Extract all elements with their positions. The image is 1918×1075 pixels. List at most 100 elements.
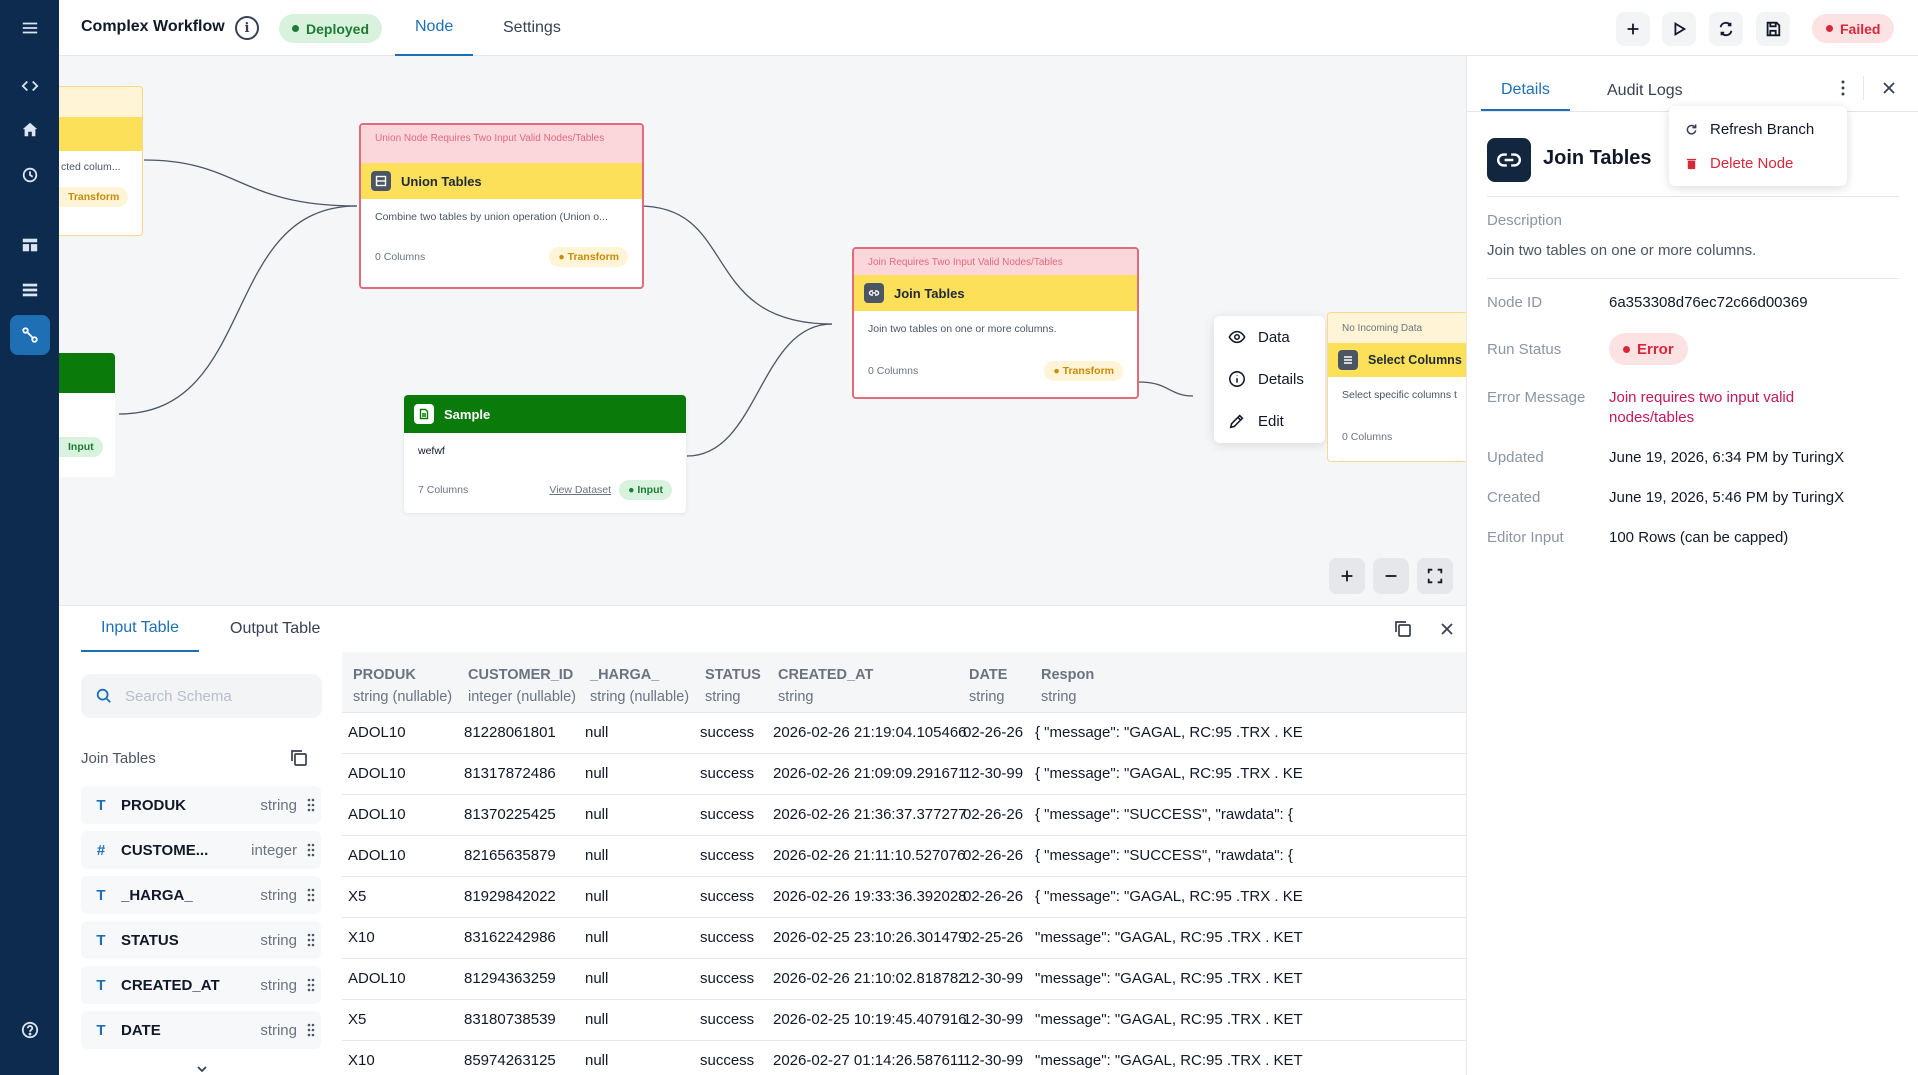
schema-field[interactable]: T _HARGA_ string — [81, 876, 321, 914]
table-cell: 2026-02-26 21:36:37.377277 — [773, 806, 967, 823]
table-row[interactable]: X5 81929842022 null success 2026-02-26 19:33… — [342, 876, 1466, 917]
context-details[interactable]: Details — [1214, 358, 1325, 400]
sample-node[interactable]: Sample wefwf 7 Columns View Dataset ● In… — [404, 395, 686, 513]
tab-details[interactable]: Details — [1481, 70, 1570, 111]
chevron-down-icon[interactable] — [195, 1062, 209, 1075]
column-header[interactable]: Respon string — [1041, 664, 1094, 708]
zoom-out-button[interactable] — [1373, 558, 1409, 594]
partial-node-top[interactable]: cted colum... Transform — [59, 86, 143, 236]
drag-handle-icon[interactable] — [301, 798, 321, 812]
workflow-icon[interactable] — [10, 315, 50, 355]
drag-handle-icon[interactable] — [301, 843, 321, 857]
table-cell: null — [585, 1011, 609, 1028]
info-icon[interactable]: i — [235, 16, 259, 40]
column-header[interactable]: CUSTOMER_ID integer (nullable) — [468, 664, 576, 708]
drag-handle-icon[interactable] — [301, 978, 321, 992]
zoom-in-button[interactable] — [1329, 558, 1365, 594]
refresh-branch-item[interactable]: Refresh Branch — [1669, 112, 1847, 146]
column-header[interactable]: PRODUK string (nullable) — [353, 664, 452, 708]
save-button[interactable] — [1756, 12, 1790, 46]
column-type: string — [1041, 689, 1077, 705]
grid-header: PRODUK string (nullable) CUSTOMER_ID intege… — [342, 652, 1466, 712]
drag-handle-icon[interactable] — [301, 933, 321, 947]
drag-handle-icon[interactable] — [301, 1023, 321, 1037]
tab-audit-logs[interactable]: Audit Logs — [1587, 70, 1703, 111]
table-row[interactable]: ADOL10 81317872486 null success 2026-02-26 2… — [342, 753, 1466, 794]
column-header[interactable]: CREATED_AT string — [778, 664, 873, 708]
schema-field[interactable]: # CUSTOME... integer — [81, 831, 321, 869]
run-button[interactable] — [1662, 12, 1696, 46]
copy-schema-icon[interactable] — [289, 748, 309, 768]
menu-icon[interactable] — [10, 8, 50, 48]
table-cell: success — [700, 929, 755, 946]
table-cell: success — [700, 724, 755, 741]
run-status-badge: Error — [1609, 333, 1688, 365]
plus-icon — [1341, 570, 1353, 582]
list-icon[interactable] — [10, 270, 50, 310]
copy-icon[interactable] — [1393, 619, 1413, 639]
column-count: 7 Columns — [418, 484, 469, 496]
context-data[interactable]: Data — [1214, 316, 1325, 358]
fit-view-button[interactable] — [1417, 558, 1453, 594]
partial-node-input[interactable]: Input — [59, 353, 115, 477]
view-dataset-link[interactable]: View Dataset — [549, 484, 611, 496]
column-type: string — [705, 689, 741, 705]
code-icon[interactable] — [10, 66, 50, 106]
tab-node[interactable]: Node — [395, 0, 474, 56]
table-cell: 2026-02-25 23:10:26.301479 — [773, 929, 967, 946]
tab-input-table[interactable]: Input Table — [81, 606, 199, 652]
table-row[interactable]: X5 83180738539 null success 2026-02-25 10:19… — [342, 999, 1466, 1040]
refresh-button[interactable] — [1709, 12, 1743, 46]
table-cell: success — [700, 888, 755, 905]
schema-field[interactable]: T CREATED_AT string — [81, 966, 321, 1004]
drag-handle-icon[interactable] — [301, 888, 321, 902]
help-icon[interactable] — [10, 1010, 50, 1050]
table-row[interactable]: X10 85974263125 null success 2026-02-27 01:1… — [342, 1040, 1466, 1075]
select-columns-node[interactable]: No Incoming Data Select Columns Select s… — [1327, 312, 1466, 462]
node-id-label: Node ID — [1487, 294, 1543, 311]
union-tables-node[interactable]: Union Node Requires Two Input Valid Node… — [359, 123, 644, 289]
table-cell: success — [700, 806, 755, 823]
schema-field[interactable]: T STATUS string — [81, 921, 321, 959]
node-title: Join Tables — [894, 285, 965, 301]
table-cell: 12-30-99 — [963, 765, 1024, 782]
node-title: Union Tables — [401, 173, 482, 189]
table-row[interactable]: ADOL10 82165635879 null success 2026-02-26 2… — [342, 835, 1466, 876]
table-row[interactable]: X10 83162242986 null success 2026-02-25 23:1… — [342, 917, 1466, 958]
close-icon[interactable] — [1437, 619, 1457, 639]
column-type: string — [969, 689, 1005, 705]
workflow-canvas[interactable]: cted colum... Transform Input Union Node… — [59, 56, 1466, 605]
schema-field[interactable]: T DATE string — [81, 1011, 321, 1049]
status-dot — [1623, 345, 1630, 353]
node-warning: No Incoming Data — [1328, 313, 1466, 343]
delete-node-item[interactable]: Delete Node — [1669, 146, 1847, 180]
table-row[interactable]: ADOL10 81294363259 null success 2026-02-26 2… — [342, 958, 1466, 999]
search-input[interactable] — [125, 687, 305, 705]
field-name: CREATED_AT — [121, 976, 220, 994]
context-edit[interactable]: Edit — [1214, 400, 1325, 442]
node-desc: Select specific columns t — [1342, 389, 1457, 401]
close-panel-icon[interactable] — [1879, 78, 1899, 98]
add-button[interactable] — [1616, 12, 1650, 46]
error-message-label: Error Message — [1487, 389, 1586, 406]
column-header[interactable]: DATE string — [969, 664, 1007, 708]
table-row[interactable]: ADOL10 81370225425 null success 2026-02-26 2… — [342, 794, 1466, 835]
join-tables-node[interactable]: Join Requires Two Input Valid Nodes/Tabl… — [852, 247, 1139, 399]
history-icon[interactable] — [10, 155, 50, 195]
data-grid[interactable]: PRODUK string (nullable) CUSTOMER_ID intege… — [342, 652, 1466, 1075]
tab-settings[interactable]: Settings — [483, 0, 581, 56]
column-header[interactable]: STATUS string — [705, 664, 761, 708]
more-vertical-icon[interactable] — [1833, 78, 1853, 98]
table-icon[interactable] — [10, 225, 50, 265]
home-icon[interactable] — [10, 110, 50, 150]
schema-search[interactable] — [81, 674, 322, 718]
column-name: _HARGA_ — [590, 667, 660, 683]
schema-field[interactable]: T PRODUK string — [81, 786, 321, 824]
column-count: 0 Columns — [1342, 431, 1393, 443]
table-row[interactable]: ADOL10 81228061801 null success 2026-02-26 2… — [342, 712, 1466, 753]
column-header[interactable]: _HARGA_ string (nullable) — [590, 664, 689, 708]
details-panel: Details Audit Logs Join Tables Refresh B… — [1466, 56, 1918, 1075]
field-name: DATE — [121, 1021, 161, 1039]
tab-output-table[interactable]: Output Table — [210, 606, 340, 652]
column-type: string — [778, 689, 814, 705]
